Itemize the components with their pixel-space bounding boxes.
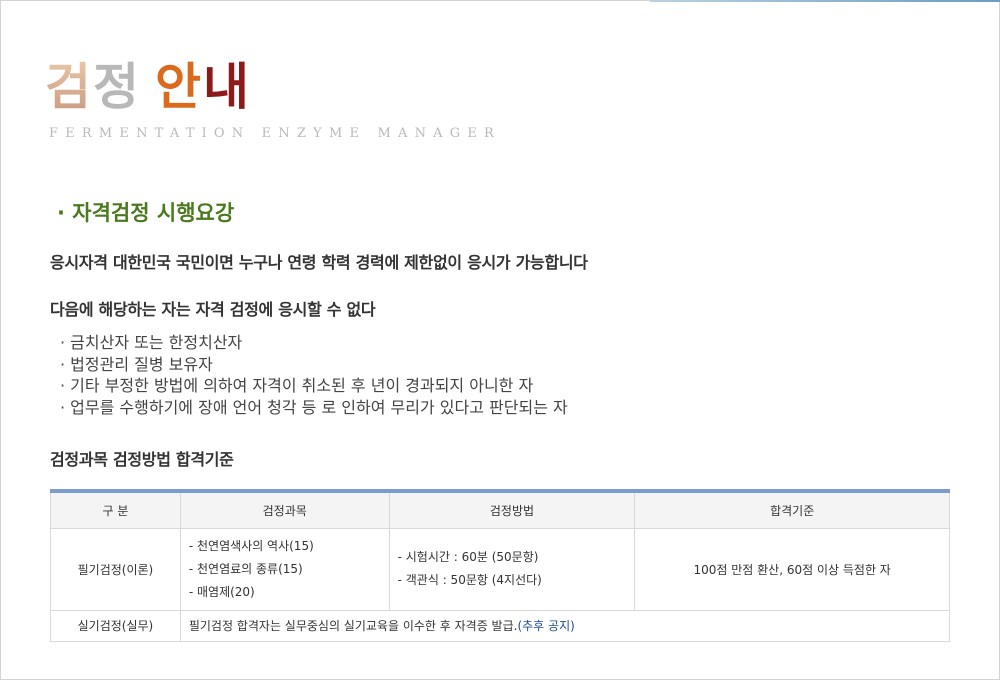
list-item: · 업무를 수행하기에 장애 언어 청각 등 로 인하여 무리가 있다고 판단되…: [60, 397, 568, 417]
title-char-1: 검: [45, 58, 93, 116]
written-subjects: - 천연염색사의 역사(15) - 천연염료의 종류(15) - 매염제(20): [179, 527, 390, 611]
page-title: 검정 안내: [45, 62, 501, 112]
practical-label: 실기검정(실무): [50, 609, 181, 642]
eligibility-text: 응시자격 대한민국 국민이면 누구나 연령 학력 경력에 제한없이 응시가 가능…: [50, 253, 588, 272]
table-row: 필기검정(이론) - 천연염색사의 역사(15) - 천연염료의 종류(15) …: [50, 527, 950, 611]
list-item: · 금치산자 또는 한정치산자: [60, 333, 243, 352]
page-subtitle: FERMENTATION ENZYME MANAGER: [49, 126, 502, 141]
table-heading: 검정과목 검정방법 합격기준: [50, 450, 234, 469]
header-methods: 검정방법: [388, 490, 636, 529]
table-row: 실기검정(실무) 필기검정 합격자는 실무중심의 실기교육을 이수한 후 자격증…: [50, 609, 951, 642]
disqualify-intro: 다음에 해당하는 자는 자격 검정에 응시할 수 없다: [50, 300, 376, 319]
written-label: 필기검정(이론): [50, 527, 181, 611]
header-category: 구 분: [50, 490, 181, 529]
disqualify-list: · 금치산자 또는 한정치산자 · 법정관리 질병 보유자 · 기타 부정한 방…: [60, 332, 568, 418]
title-char-4: 내: [203, 58, 251, 116]
subject-item: - 천연염료의 종류(15): [188, 561, 303, 576]
header-criteria: 합격기준: [634, 490, 950, 529]
practical-note: 필기검정 합격자는 실무중심의 실기교육을 이수한 후 자격증 발급.(추후 공…: [179, 609, 951, 642]
header-subjects: 검정과목: [179, 490, 390, 529]
method-item: - 시험시간 : 60분 (50문항): [397, 550, 539, 564]
title-char-3: 안: [155, 58, 203, 116]
hero-banner: 검정 안내 FERMENTATION ENZYME MANAGER: [45, 62, 501, 141]
practical-note-highlight: (추후 공지): [517, 619, 575, 633]
subject-item: - 매염제(20): [188, 584, 255, 599]
written-criteria: 100점 만점 환산, 60점 이상 득점한 자: [634, 527, 950, 611]
top-accent-bar: [650, 0, 1000, 2]
written-methods: - 시험시간 : 60분 (50문항) - 객관식 : 50문항 (4지선다): [388, 527, 636, 611]
practical-note-text: 필기검정 합격자는 실무중심의 실기교육을 이수한 후 자격증 발급.: [188, 619, 518, 633]
section-heading: · 자격검정 시행요강: [57, 201, 235, 225]
exam-table: 구 분 검정과목 검정방법 합격기준 필기검정(이론) - 천연염색사의 역사(…: [50, 489, 951, 642]
list-item: · 법정관리 질병 보유자: [60, 354, 213, 374]
table-header-row: 구 분 검정과목 검정방법 합격기준: [50, 490, 950, 529]
method-item: - 객관식 : 50문항 (4지선다): [397, 573, 542, 587]
list-item: · 기타 부정한 방법에 의하여 자격이 취소된 후 년이 경과되지 아니한 자: [60, 376, 534, 395]
subject-item: - 천연염색사의 역사(15): [188, 538, 314, 553]
title-char-2: 정: [93, 58, 141, 116]
